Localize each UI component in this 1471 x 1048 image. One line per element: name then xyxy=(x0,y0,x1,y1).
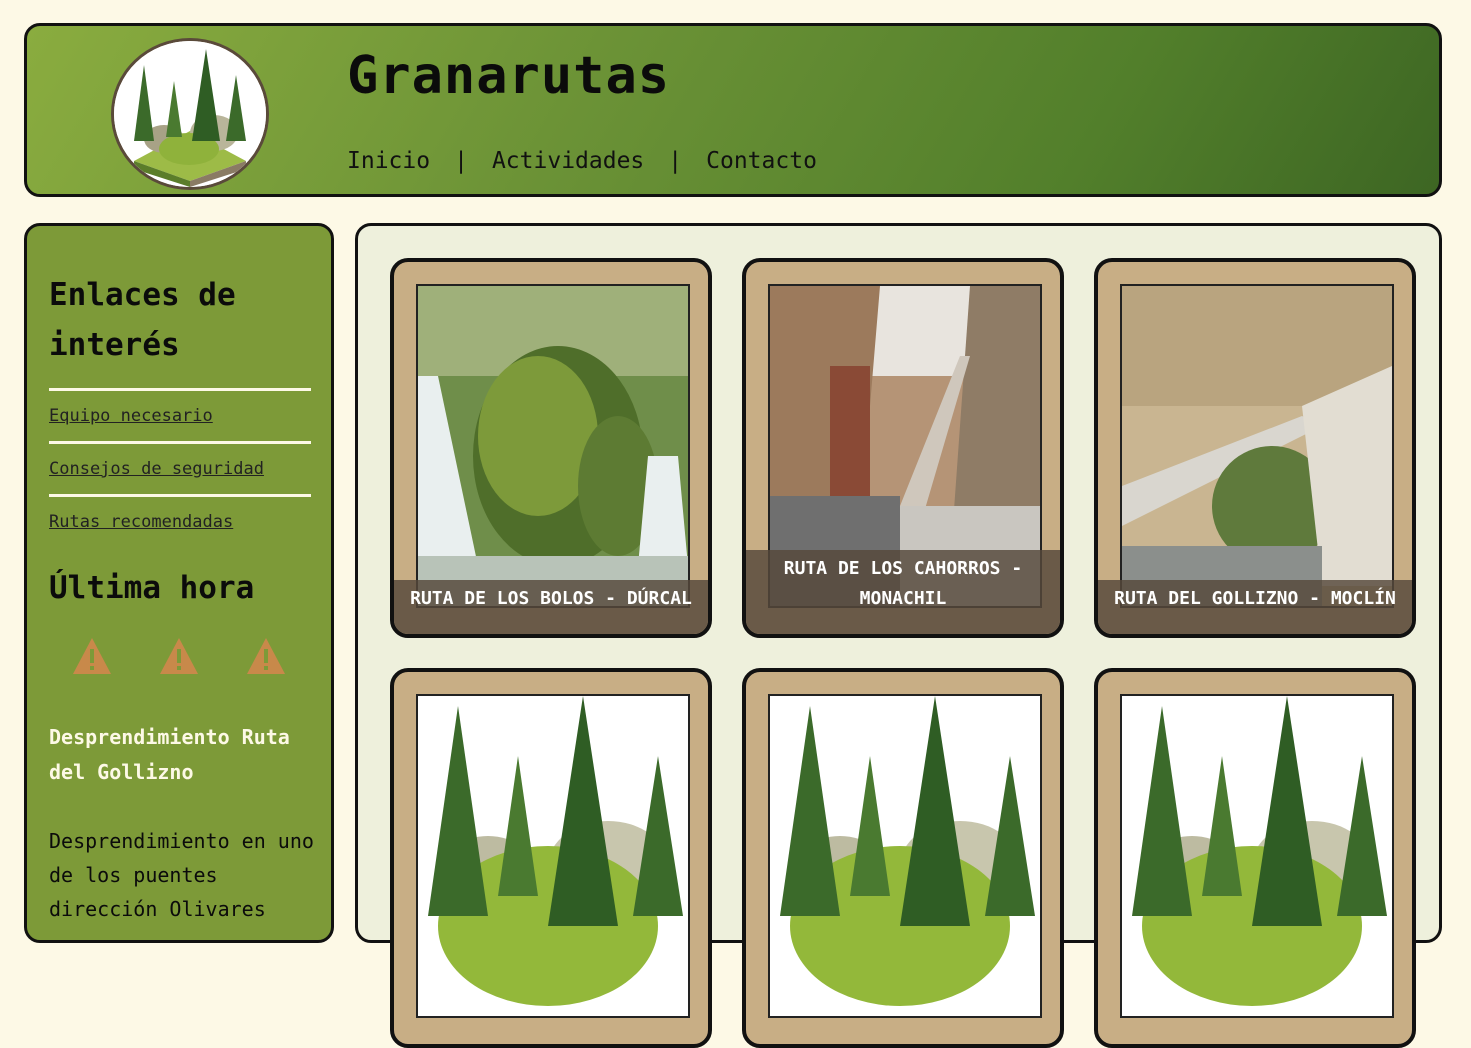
cliff-bridge-photo xyxy=(1120,284,1394,608)
news-section-title: Última hora xyxy=(49,570,255,606)
news-headline[interactable]: Desprendimiento Ruta del Gollizno xyxy=(49,720,319,790)
site-logo[interactable] xyxy=(111,38,269,190)
divider xyxy=(49,494,311,497)
site-header: Granarutas Inicio | Actividades | Contac… xyxy=(24,23,1442,197)
nav-inicio[interactable]: Inicio xyxy=(347,148,430,174)
route-gallery: RUTA DE LOS BOLOS - DÚRCAL RUTA DE LOS C… xyxy=(355,223,1442,1048)
warning-icons xyxy=(71,636,287,676)
forest-logo-image xyxy=(416,694,690,1018)
route-card-caption: RUTA DEL GOLLIZNO - MOCLÍN xyxy=(1098,580,1412,634)
warning-icon xyxy=(73,638,111,674)
divider xyxy=(49,388,311,391)
main-nav: Inicio | Actividades | Contacto xyxy=(347,148,817,174)
nav-contacto[interactable]: Contacto xyxy=(706,148,817,174)
nav-actividades[interactable]: Actividades xyxy=(492,148,644,174)
link-consejos-seguridad[interactable]: Consejos de seguridad xyxy=(49,459,264,479)
sidebar: Enlaces de interés Equipo necesario Cons… xyxy=(24,223,334,943)
nav-separator: | xyxy=(454,148,468,174)
route-card[interactable] xyxy=(742,668,1064,1048)
site-title: Granarutas xyxy=(347,46,671,106)
divider xyxy=(49,441,311,444)
link-equipo-necesario[interactable]: Equipo necesario xyxy=(49,406,213,426)
route-card-caption: RUTA DE LOS BOLOS - DÚRCAL xyxy=(394,580,708,634)
forest-logo-image xyxy=(768,694,1042,1018)
sidebar-title: Enlaces de interés xyxy=(49,277,236,363)
route-card[interactable]: RUTA DE LOS CAHORROS - MONACHIL xyxy=(742,258,1064,638)
forest-logo-icon xyxy=(114,41,266,187)
route-card[interactable]: RUTA DE LOS BOLOS - DÚRCAL xyxy=(390,258,712,638)
warning-icon xyxy=(247,638,285,674)
route-card-caption: RUTA DE LOS CAHORROS - MONACHIL xyxy=(746,550,1060,634)
forest-logo-image xyxy=(1120,694,1394,1018)
nav-separator: | xyxy=(668,148,683,174)
route-card[interactable] xyxy=(1094,668,1416,1048)
route-card[interactable]: RUTA DEL GOLLIZNO - MOCLÍN xyxy=(1094,258,1416,638)
news-body: Desprendimiento en uno de los puentes di… xyxy=(49,829,314,921)
link-rutas-recomendadas[interactable]: Rutas recomendadas xyxy=(49,512,233,532)
warning-icon xyxy=(160,638,198,674)
route-card[interactable] xyxy=(390,668,712,1048)
waterfall-photo xyxy=(416,284,690,608)
